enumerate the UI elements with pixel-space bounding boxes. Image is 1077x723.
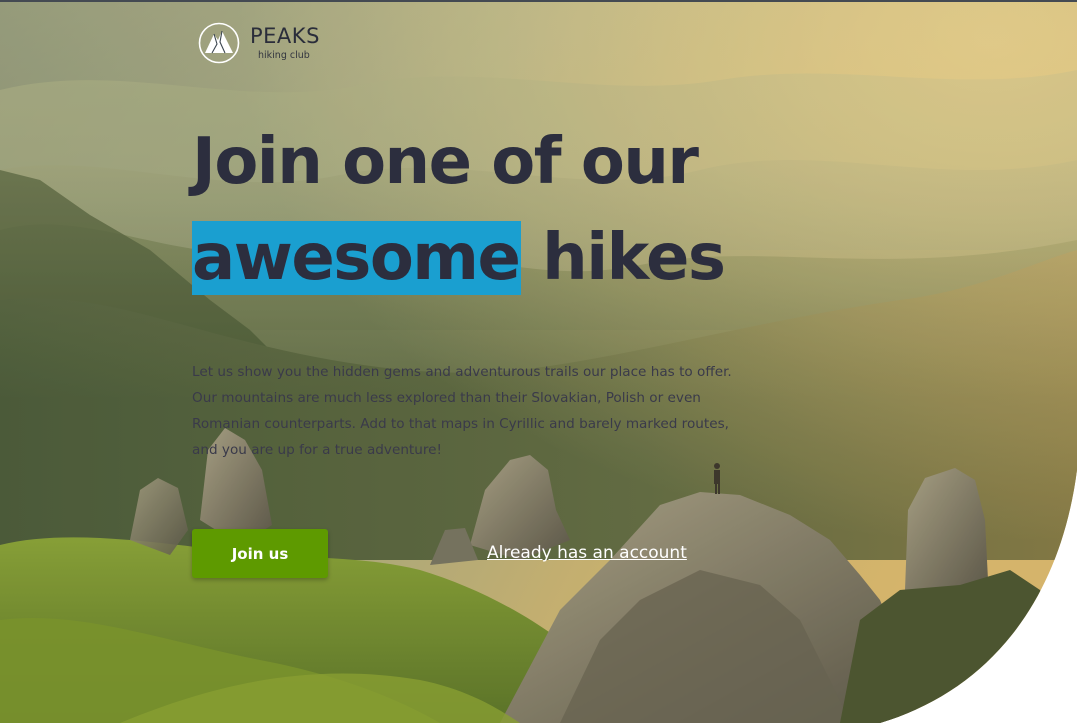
already-has-account-link[interactable]: Already has an account xyxy=(487,543,687,563)
headline-rest: hikes xyxy=(521,221,726,295)
join-us-button[interactable]: Join us xyxy=(192,529,328,578)
headline-highlight: awesome xyxy=(192,221,522,295)
brand-name: PEAKS xyxy=(250,23,320,48)
mountain-peak-logo-icon xyxy=(198,22,240,64)
brand-text: PEAKS hiking club xyxy=(250,23,320,61)
hero-intro-text: Let us show you the hidden gems and adve… xyxy=(192,364,732,458)
brand-tagline: hiking club xyxy=(258,49,310,61)
landing-page: PEAKS hiking club Join one of our awesom… xyxy=(0,0,1077,723)
hero-headline: Join one of our awesome hikes xyxy=(192,114,726,306)
headline-line-1: Join one of our xyxy=(192,125,699,199)
top-border xyxy=(0,0,1077,2)
brand-logo[interactable]: PEAKS hiking club xyxy=(198,22,320,64)
headline-line-2: awesome hikes xyxy=(192,210,726,306)
hero-section: PEAKS hiking club Join one of our awesom… xyxy=(0,0,1077,723)
